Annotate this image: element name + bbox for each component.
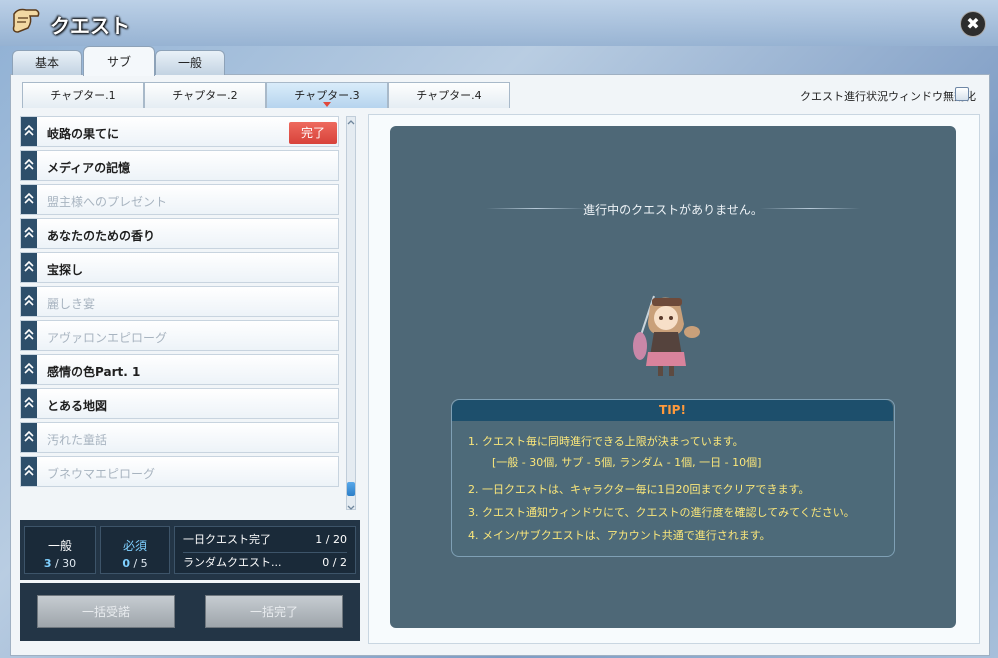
quest-title: アヴァロンエピローグ (47, 331, 168, 345)
daily-row: 一日クエスト完了 1 / 20 (183, 530, 347, 550)
chevron-up-icon (21, 321, 37, 350)
tab-chapter-1[interactable]: チャプター.1 (22, 82, 144, 108)
daily-count: 1 / 20 (315, 533, 347, 546)
chevron-up-icon (21, 253, 37, 282)
general-count-box: 一般 3 / 30 (24, 526, 96, 574)
tip-line-2: 2. 一日クエストは、キャラクター毎に1日20回までクリアできます。 (468, 483, 810, 496)
chevron-up-icon (21, 151, 37, 180)
bulk-action-panel: 一括受諾 一括完了 (20, 583, 360, 641)
tab-label: チャプター.3 (294, 89, 360, 102)
window-title: クエスト (50, 14, 130, 38)
chevron-up-icon (21, 219, 37, 248)
general-max: / 30 (54, 557, 77, 570)
tab-label: チャプター.4 (416, 89, 482, 102)
close-icon: ✖ (966, 14, 980, 33)
general-current: 3 (43, 557, 52, 570)
tab-general[interactable]: 一般 (155, 50, 225, 75)
tip-line-1: 1. クエスト毎に同時進行できる上限が決まっています。 (468, 435, 744, 448)
quest-item[interactable]: ブネウマエピローグ (20, 456, 339, 487)
tab-basic[interactable]: 基本 (12, 50, 82, 75)
active-tab-marker (323, 102, 331, 107)
disable-window-checkbox[interactable] (955, 87, 969, 101)
disable-window-label: クエスト進行状況ウィンドウ無効化 (800, 90, 976, 103)
quest-item[interactable]: 感情の色Part. 1 (20, 354, 339, 385)
daily-random-box: 一日クエスト完了 1 / 20 ランダムクエスト... 0 / 2 (174, 526, 356, 574)
quest-title: メディアの記憶 (47, 161, 131, 175)
quest-item[interactable]: 岐路の果てに 完了 (20, 116, 339, 147)
close-button[interactable]: ✖ (960, 11, 986, 37)
random-label: ランダムクエスト... (183, 556, 282, 569)
tab-label: チャプター.1 (50, 89, 116, 102)
random-row: ランダムクエスト... 0 / 2 (183, 552, 347, 573)
quest-item[interactable]: 宝探し (20, 252, 339, 283)
tip-header: TIP! (452, 400, 893, 421)
scrollbar-thumb[interactable] (347, 482, 355, 496)
quest-list: 岐路の果てに 完了メディアの記憶盟主様へのプレゼント あなたのための香り 宝探し麗しき… (20, 116, 340, 494)
quest-title: 感情の色Part. 1 (47, 365, 141, 379)
tip-line-3: 3. クエスト通知ウィンドウにて、クエストの進行度を確認してみてください。 (468, 506, 855, 519)
tab-chapter-2[interactable]: チャプター.2 (144, 82, 266, 108)
no-quest-message: 進行中のクエストがありません。 (583, 203, 763, 217)
quest-item[interactable]: あなたのための香り (20, 218, 339, 249)
quest-title: 岐路の果てに (47, 127, 120, 141)
required-label: 必須 (122, 539, 147, 553)
required-value: 0 / 5 (101, 557, 169, 570)
complete-button[interactable]: 完了 (289, 122, 337, 144)
chevron-up-icon (21, 355, 37, 384)
tab-label: サブ (106, 55, 131, 69)
chevron-up-icon (21, 117, 37, 146)
required-current: 0 (122, 557, 130, 570)
tip-line-1-detail: [一般 - 30個, サブ - 5個, ランダム - 1個, 一日 - 10個] (492, 456, 762, 469)
quest-title: 汚れた童話 (47, 433, 108, 447)
tab-chapter-3[interactable]: チャプター.3 (266, 82, 388, 108)
chevron-up-icon (21, 287, 37, 316)
chevron-up-icon (21, 457, 37, 486)
bulk-complete-button[interactable]: 一括完了 (205, 595, 343, 628)
quest-title: とある地図 (47, 399, 108, 413)
daily-label: 一日クエスト完了 (183, 533, 271, 546)
chevron-up-icon (21, 389, 37, 418)
quest-title: 麗しき宴 (47, 297, 96, 311)
tab-label: 一般 (177, 56, 202, 70)
character-sprite (626, 286, 702, 382)
tab-sub[interactable]: サブ (83, 46, 155, 76)
scroll-down-icon[interactable] (346, 501, 356, 510)
general-label: 一般 (47, 539, 72, 553)
chevron-up-icon (21, 185, 37, 214)
quest-title: あなたのための香り (47, 229, 156, 243)
required-count-box: 必須 0 / 5 (100, 526, 170, 574)
quest-title: 宝探し (47, 263, 84, 277)
bulk-accept-button[interactable]: 一括受諾 (37, 595, 175, 628)
required-max: / 5 (133, 557, 148, 570)
chevron-up-icon (21, 423, 37, 452)
tip-line-4: 4. メイン/サブクエストは、アカウント共通で進行されます。 (468, 529, 771, 542)
quest-title: ブネウマエピローグ (47, 467, 156, 481)
quest-item[interactable]: 汚れた童話 (20, 422, 339, 453)
tab-label: 基本 (34, 56, 59, 70)
random-count: 0 / 2 (322, 556, 347, 569)
window-header (0, 0, 998, 46)
scroll-icon (10, 6, 42, 36)
general-value: 3 / 30 (25, 557, 95, 570)
tab-chapter-4[interactable]: チャプター.4 (388, 82, 510, 108)
quest-title: 盟主様へのプレゼント (47, 195, 168, 209)
quest-item[interactable]: アヴァロンエピローグ (20, 320, 339, 351)
quest-item[interactable]: 盟主様へのプレゼント (20, 184, 339, 215)
quest-item[interactable]: とある地図 (20, 388, 339, 419)
quest-item[interactable]: メディアの記憶 (20, 150, 339, 181)
scroll-up-icon[interactable] (346, 116, 356, 125)
scrollbar-track[interactable] (346, 116, 356, 510)
quest-stats-panel: 一般 3 / 30 必須 0 / 5 一日クエスト完了 1 / 20 ランダムク… (20, 520, 360, 580)
quest-item[interactable]: 麗しき宴 (20, 286, 339, 317)
tab-label: チャプター.2 (172, 89, 238, 102)
